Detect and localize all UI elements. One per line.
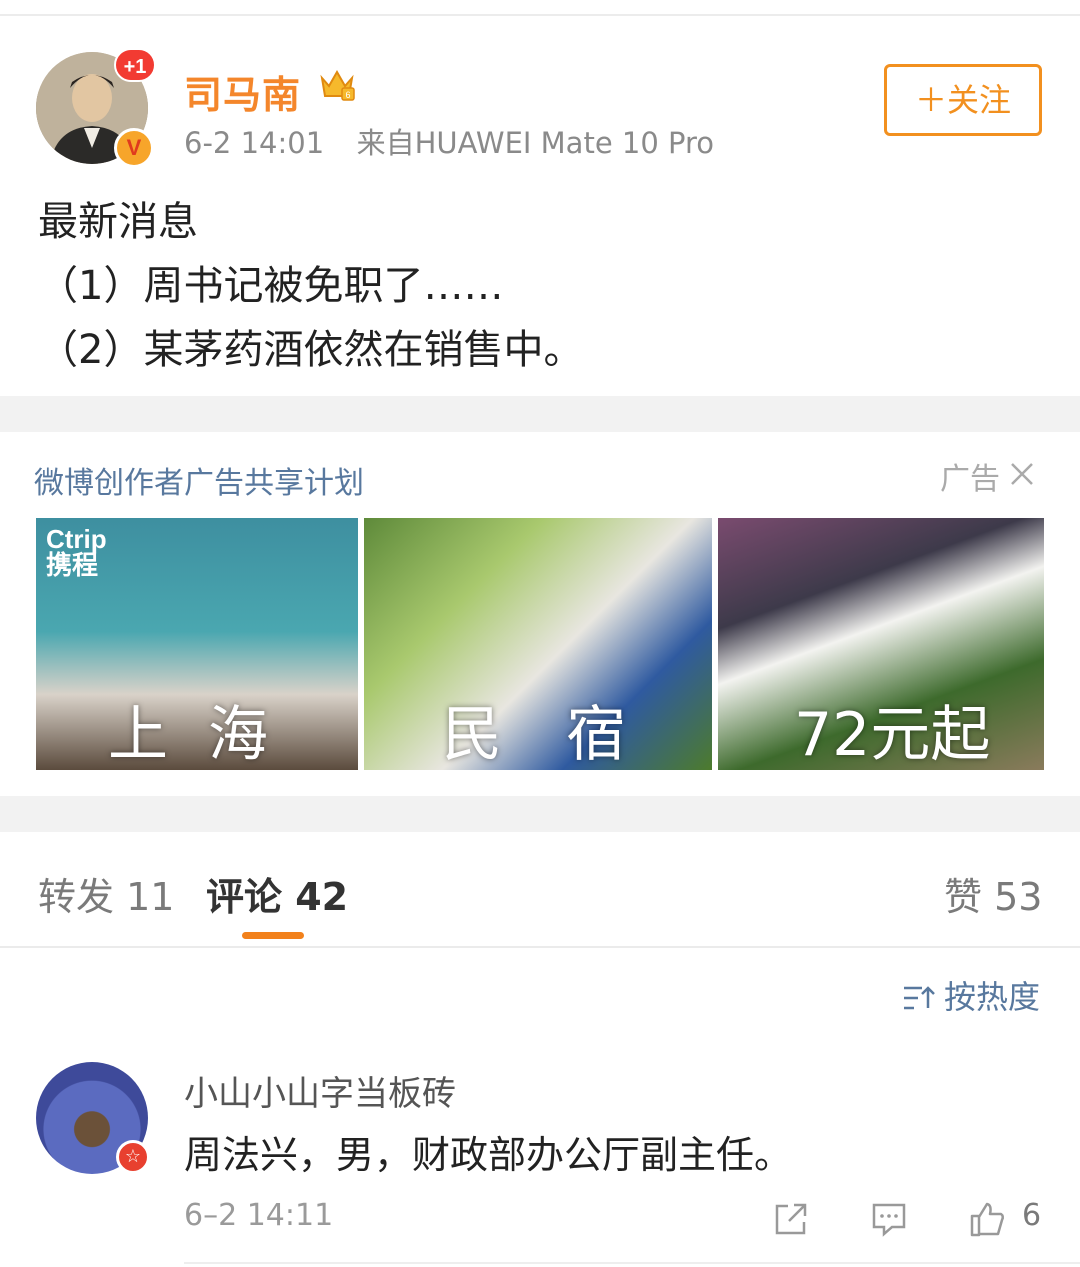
post-source: 来自HUAWEI Mate 10 Pro	[356, 126, 715, 160]
close-icon[interactable]	[1006, 458, 1038, 490]
tab-comments[interactable]: 评论 42	[206, 866, 348, 921]
commenter-avatar[interactable]: ☆	[36, 1062, 150, 1174]
active-tab-indicator	[242, 932, 304, 939]
post-line: （2）某茅药酒依然在销售中。	[38, 327, 584, 373]
ad-banner-text: 民	[442, 700, 502, 770]
ad-tag: 广告	[940, 462, 1000, 497]
post-meta: 6-2 14:01 来自HUAWEI Mate 10 Pro	[184, 120, 714, 162]
post-time: 6-2 14:01	[184, 126, 325, 160]
post-content: 最新消息 （1）周书记被免职了…… （2）某茅药酒依然在销售中。	[38, 190, 583, 382]
ctrip-logo-cn: 携程	[46, 550, 99, 580]
ad-banner-text: 海	[208, 700, 268, 770]
section-separator	[0, 396, 1080, 432]
tab-likes[interactable]: 赞 53	[944, 866, 1042, 921]
like-thumb-icon[interactable]	[968, 1200, 1006, 1238]
comment-divider	[184, 1262, 1080, 1264]
ad-photo-garden	[364, 518, 712, 770]
tabs-divider	[0, 946, 1080, 948]
tab-repost[interactable]: 转发 11	[38, 866, 174, 921]
ad-program-link[interactable]: 微博创作者广告共享计划	[34, 458, 364, 502]
comment-like-count: 6	[1022, 1198, 1042, 1233]
ad-banner-text: 宿	[566, 700, 626, 770]
new-follower-badge: +1	[114, 48, 156, 82]
comment-text: 周法兴，男，财政部办公厅副主任。	[184, 1133, 793, 1177]
commenter-name[interactable]: 小山小山字当板砖	[184, 1066, 456, 1115]
ctrip-logo: Ctrip 携程	[46, 526, 107, 578]
ad-price-text: 72元起	[794, 700, 991, 770]
sort-icon	[904, 986, 935, 1010]
member-star-icon: ☆	[116, 1140, 150, 1174]
sort-by-hot-button[interactable]: 按热度	[902, 972, 1040, 1018]
follow-button[interactable]: ＋关注	[884, 64, 1042, 136]
post-line: （1）周书记被免职了……	[38, 263, 504, 309]
vip-crown-icon: 6	[320, 69, 355, 101]
ctrip-logo-en: Ctrip	[46, 524, 107, 554]
author-name[interactable]: 司马南	[184, 64, 301, 119]
section-separator	[0, 796, 1080, 832]
author-avatar[interactable]: +1 V	[36, 48, 156, 168]
svg-text:6: 6	[345, 90, 350, 100]
share-icon[interactable]	[772, 1200, 810, 1238]
comment-time: 6–2 14:11	[184, 1198, 334, 1233]
post-line: 最新消息	[38, 199, 198, 245]
reply-comment-icon[interactable]	[870, 1200, 908, 1238]
sort-label: 按热度	[944, 978, 1041, 1016]
ad-banner-text: 上	[108, 700, 168, 770]
top-divider	[0, 14, 1080, 16]
verified-badge-icon: V	[114, 128, 154, 168]
ad-banner[interactable]: Ctrip 携程 上 海 民 宿 72元起	[36, 518, 1044, 770]
